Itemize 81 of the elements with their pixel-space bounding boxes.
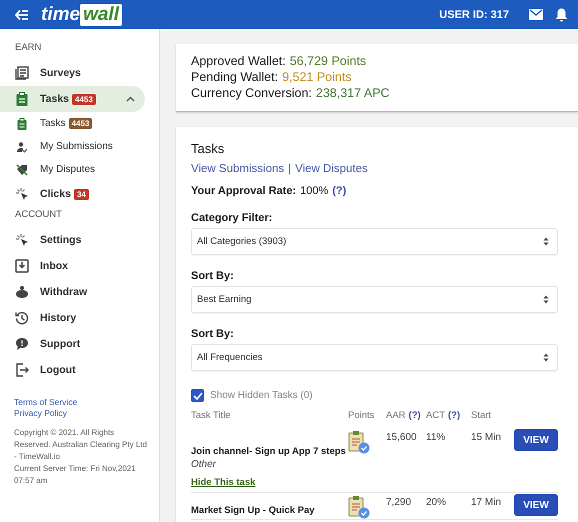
checkbox[interactable] <box>191 389 204 402</box>
select-field[interactable]: All Frequencies <box>191 344 558 371</box>
cursor-click-icon <box>15 187 29 201</box>
column-header: Task Title <box>191 410 232 422</box>
checkbox-label: Show Hidden Tasks (0) <box>210 390 313 401</box>
count-badge: 4453 <box>72 94 96 104</box>
chevron-icon[interactable] <box>126 96 135 102</box>
task-title: Join channel- Sign up App 7 steps <box>191 446 347 458</box>
select-field[interactable]: Best Earning <box>191 286 558 313</box>
approval-value: 100% <box>300 185 328 197</box>
table-cell-text: 17 Min <box>471 497 502 508</box>
nav-item[interactable]: Logout <box>0 357 145 383</box>
nav-item[interactable]: Settings <box>0 227 145 253</box>
tag-slash-icon <box>16 164 28 176</box>
hide-task-link[interactable]: Hide This task <box>191 477 256 488</box>
count-badge: 4453 <box>68 118 92 129</box>
wallet-label: Pending Wallet: <box>191 70 278 84</box>
wallet-value: 9,521 Points <box>282 70 352 84</box>
filter-label: Category Filter: <box>191 211 274 225</box>
link-separator: | <box>288 163 292 175</box>
column-header: Points <box>348 410 376 422</box>
view-submissions-link[interactable]: View Submissions <box>191 163 284 175</box>
column-header: Start <box>471 410 492 422</box>
nav-item[interactable]: Tasks 4453 <box>0 86 145 112</box>
table-cell-text: 15,600 <box>386 432 418 443</box>
task-category: Other <box>191 458 218 472</box>
sort-arrows-icon <box>543 295 549 304</box>
user-id: USER ID: 317 <box>439 8 509 20</box>
clipboard-icon <box>15 92 29 106</box>
nav-item[interactable]: Clicks 34 <box>0 181 145 207</box>
logo-text-box: wall <box>80 4 122 26</box>
wallet-value: 56,729 Points <box>290 54 366 68</box>
view-disputes-link[interactable]: View Disputes <box>295 163 368 175</box>
nav-item[interactable]: Withdraw <box>0 279 145 305</box>
chat-bubble-icon <box>15 337 29 351</box>
column-header: ACT (?) <box>426 410 462 422</box>
collapse-menu-icon[interactable] <box>15 8 29 20</box>
mail-icon[interactable] <box>529 9 543 20</box>
wallet-label: Approved Wallet: <box>191 54 286 68</box>
list-icon <box>15 66 29 80</box>
logout-icon <box>15 363 29 377</box>
select-field[interactable]: All Categories (3903) <box>191 228 558 255</box>
wallet-value: 238,317 APC <box>316 86 390 100</box>
section-heading: ACCOUNT <box>14 208 63 222</box>
footer-link[interactable]: Privacy Policy <box>14 408 159 419</box>
logo-text: time <box>41 4 80 26</box>
clipboard-check-icon <box>348 495 370 519</box>
section-heading: EARN <box>14 41 42 55</box>
footer-link[interactable]: Terms of Service <box>14 397 159 408</box>
filter-label: Sort By: <box>191 327 235 341</box>
nav-subitem[interactable]: My Disputes <box>0 158 145 181</box>
help-link[interactable]: (?) <box>332 185 346 197</box>
view-button[interactable]: VIEW <box>514 494 558 516</box>
table-cell-text: 20% <box>426 497 448 508</box>
nav-item[interactable]: Surveys <box>0 60 145 86</box>
task-title: Market Sign Up - Quick Pay <box>191 505 316 517</box>
column-header: AAR (?) <box>386 410 422 422</box>
count-badge: 34 <box>74 188 89 200</box>
user-check-icon <box>16 140 28 152</box>
bell-icon[interactable] <box>555 8 568 22</box>
sort-arrows-icon <box>543 353 549 362</box>
clipboard-icon <box>16 118 28 130</box>
nav-item[interactable]: Support <box>0 331 145 357</box>
approval-label: Your Approval Rate: <box>191 185 296 197</box>
view-button[interactable]: VIEW <box>514 429 558 451</box>
clipboard-check-icon <box>348 430 370 454</box>
table-cell-text: 15 Min <box>471 432 502 443</box>
table-cell-text: 7,290 <box>386 497 412 508</box>
sort-arrows-icon <box>543 237 549 246</box>
nav-subitem[interactable]: My Submissions <box>0 135 145 158</box>
history-icon <box>15 311 29 325</box>
nav-subitem[interactable]: Tasks 4453 <box>0 112 145 135</box>
footer-text: Current Server Time: Fri Nov,2021 07:57 am <box>14 463 137 487</box>
footer-text: Copyright © 2021. All Rights Reserved. Australian Clearing Pty Ltd - TimeWall.io <box>14 427 147 463</box>
filter-label: Sort By: <box>191 269 235 283</box>
wallet-label: Currency Conversion: <box>191 86 312 100</box>
inbox-icon <box>15 259 29 273</box>
nav-item[interactable]: History <box>0 305 145 331</box>
nav-item[interactable]: Inbox <box>0 253 145 279</box>
card-title: Tasks <box>191 141 226 157</box>
table-cell-text: 11% <box>426 432 446 443</box>
